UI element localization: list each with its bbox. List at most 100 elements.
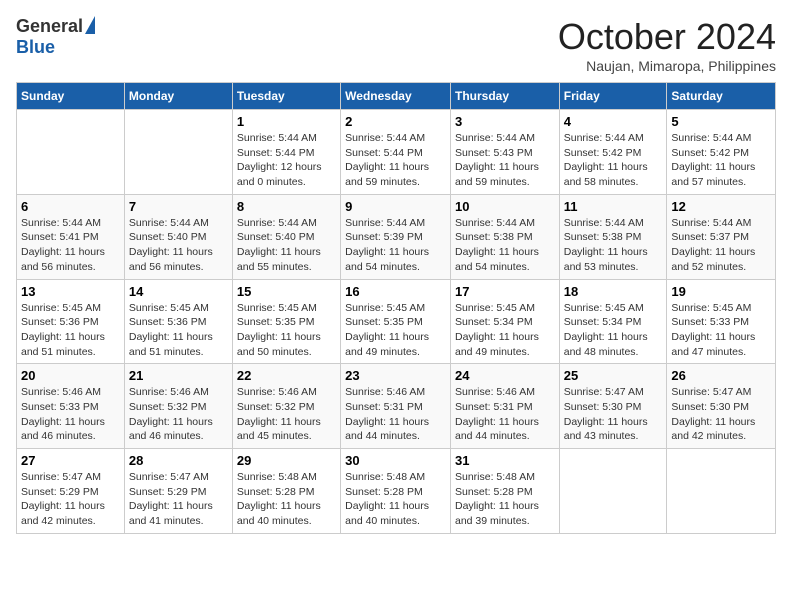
- calendar-cell: [559, 449, 667, 534]
- day-number: 31: [455, 453, 555, 468]
- day-info: Sunrise: 5:46 AM Sunset: 5:31 PM Dayligh…: [455, 385, 555, 444]
- column-header-friday: Friday: [559, 83, 667, 110]
- title-block: October 2024 Naujan, Mimaropa, Philippin…: [558, 16, 776, 74]
- day-number: 22: [237, 368, 336, 383]
- day-number: 18: [564, 284, 663, 299]
- day-number: 9: [345, 199, 446, 214]
- header-row: SundayMondayTuesdayWednesdayThursdayFrid…: [17, 83, 776, 110]
- day-info: Sunrise: 5:47 AM Sunset: 5:29 PM Dayligh…: [129, 470, 228, 529]
- day-info: Sunrise: 5:48 AM Sunset: 5:28 PM Dayligh…: [345, 470, 446, 529]
- day-number: 27: [21, 453, 120, 468]
- calendar-cell: 19Sunrise: 5:45 AM Sunset: 5:33 PM Dayli…: [667, 279, 776, 364]
- day-info: Sunrise: 5:45 AM Sunset: 5:35 PM Dayligh…: [345, 301, 446, 360]
- calendar-cell: 20 Sunrise: 5:46 AM Sunset: 5:33 PM Dayli…: [17, 364, 125, 449]
- calendar-cell: 12 Sunrise: 5:44 AM Sunset: 5:37 PM Dayli…: [667, 194, 776, 279]
- day-number: 7: [129, 199, 228, 214]
- location-subtitle: Naujan, Mimaropa, Philippines: [558, 58, 776, 74]
- calendar-cell: 6Sunrise: 5:44 AM Sunset: 5:41 PM Daylig…: [17, 194, 125, 279]
- column-header-saturday: Saturday: [667, 83, 776, 110]
- calendar-cell: 28 Sunrise: 5:47 AM Sunset: 5:29 PM Dayli…: [124, 449, 232, 534]
- day-info: Sunrise: 5:48 AM Sunset: 5:28 PM Dayligh…: [237, 470, 336, 529]
- day-info: Sunrise: 5:44 AM Sunset: 5:37 PM Dayligh…: [671, 216, 771, 275]
- calendar-cell: 4 Sunrise: 5:44 AM Sunset: 5:42 PM Daylig…: [559, 110, 667, 195]
- calendar-cell: [124, 110, 232, 195]
- calendar-cell: 15 Sunrise: 5:45 AM Sunset: 5:35 PM Dayli…: [232, 279, 340, 364]
- day-number: 19: [671, 284, 771, 299]
- day-info: Sunrise: 5:44 AM Sunset: 5:42 PM Dayligh…: [564, 131, 663, 190]
- day-number: 28: [129, 453, 228, 468]
- day-number: 5: [671, 114, 771, 129]
- day-info: Sunrise: 5:44 AM Sunset: 5:43 PM Dayligh…: [455, 131, 555, 190]
- day-info: Sunrise: 5:46 AM Sunset: 5:31 PM Dayligh…: [345, 385, 446, 444]
- page-header: General Blue October 2024 Naujan, Mimaro…: [16, 16, 776, 74]
- day-number: 13: [21, 284, 120, 299]
- day-info: Sunrise: 5:44 AM Sunset: 5:44 PM Dayligh…: [237, 131, 336, 190]
- calendar-cell: [17, 110, 125, 195]
- calendar-cell: 11Sunrise: 5:44 AM Sunset: 5:38 PM Dayli…: [559, 194, 667, 279]
- day-number: 1: [237, 114, 336, 129]
- calendar-cell: 7Sunrise: 5:44 AM Sunset: 5:40 PM Daylig…: [124, 194, 232, 279]
- day-info: Sunrise: 5:47 AM Sunset: 5:30 PM Dayligh…: [671, 385, 771, 444]
- calendar-cell: 14 Sunrise: 5:45 AM Sunset: 5:36 PM Dayli…: [124, 279, 232, 364]
- day-info: Sunrise: 5:47 AM Sunset: 5:29 PM Dayligh…: [21, 470, 120, 529]
- day-info: Sunrise: 5:46 AM Sunset: 5:33 PM Dayligh…: [21, 385, 120, 444]
- day-number: 10: [455, 199, 555, 214]
- calendar-cell: 23 Sunrise: 5:46 AM Sunset: 5:31 PM Dayli…: [341, 364, 451, 449]
- column-header-sunday: Sunday: [17, 83, 125, 110]
- day-info: Sunrise: 5:46 AM Sunset: 5:32 PM Dayligh…: [129, 385, 228, 444]
- week-row-1: 1 Sunrise: 5:44 AM Sunset: 5:44 PM Daylig…: [17, 110, 776, 195]
- calendar-cell: 9Sunrise: 5:44 AM Sunset: 5:39 PM Daylig…: [341, 194, 451, 279]
- logo: General Blue: [16, 16, 95, 58]
- calendar-cell: 21Sunrise: 5:46 AM Sunset: 5:32 PM Dayli…: [124, 364, 232, 449]
- day-info: Sunrise: 5:45 AM Sunset: 5:34 PM Dayligh…: [455, 301, 555, 360]
- calendar-cell: 30 Sunrise: 5:48 AM Sunset: 5:28 PM Dayli…: [341, 449, 451, 534]
- calendar-cell: 29Sunrise: 5:48 AM Sunset: 5:28 PM Dayli…: [232, 449, 340, 534]
- day-number: 16: [345, 284, 446, 299]
- calendar-cell: 13 Sunrise: 5:45 AM Sunset: 5:36 PM Dayli…: [17, 279, 125, 364]
- day-info: Sunrise: 5:44 AM Sunset: 5:42 PM Dayligh…: [671, 131, 771, 190]
- column-header-wednesday: Wednesday: [341, 83, 451, 110]
- calendar-cell: 17 Sunrise: 5:45 AM Sunset: 5:34 PM Dayli…: [450, 279, 559, 364]
- calendar-cell: 26Sunrise: 5:47 AM Sunset: 5:30 PM Dayli…: [667, 364, 776, 449]
- calendar-cell: 27 Sunrise: 5:47 AM Sunset: 5:29 PM Dayli…: [17, 449, 125, 534]
- day-info: Sunrise: 5:44 AM Sunset: 5:38 PM Dayligh…: [455, 216, 555, 275]
- day-number: 3: [455, 114, 555, 129]
- week-row-3: 13 Sunrise: 5:45 AM Sunset: 5:36 PM Dayli…: [17, 279, 776, 364]
- day-info: Sunrise: 5:44 AM Sunset: 5:41 PM Dayligh…: [21, 216, 120, 275]
- day-number: 4: [564, 114, 663, 129]
- day-info: Sunrise: 5:44 AM Sunset: 5:40 PM Dayligh…: [237, 216, 336, 275]
- day-number: 20: [21, 368, 120, 383]
- calendar-cell: 31 Sunrise: 5:48 AM Sunset: 5:28 PM Dayli…: [450, 449, 559, 534]
- logo-blue-text: Blue: [16, 37, 55, 58]
- logo-triangle-icon: [85, 16, 95, 34]
- day-number: 14: [129, 284, 228, 299]
- day-number: 2: [345, 114, 446, 129]
- day-number: 23: [345, 368, 446, 383]
- day-info: Sunrise: 5:45 AM Sunset: 5:36 PM Dayligh…: [129, 301, 228, 360]
- calendar-cell: 18Sunrise: 5:45 AM Sunset: 5:34 PM Dayli…: [559, 279, 667, 364]
- day-info: Sunrise: 5:45 AM Sunset: 5:35 PM Dayligh…: [237, 301, 336, 360]
- column-header-monday: Monday: [124, 83, 232, 110]
- day-number: 15: [237, 284, 336, 299]
- day-number: 12: [671, 199, 771, 214]
- day-number: 8: [237, 199, 336, 214]
- day-number: 17: [455, 284, 555, 299]
- day-info: Sunrise: 5:44 AM Sunset: 5:38 PM Dayligh…: [564, 216, 663, 275]
- calendar-cell: 22Sunrise: 5:46 AM Sunset: 5:32 PM Dayli…: [232, 364, 340, 449]
- calendar-cell: 8 Sunrise: 5:44 AM Sunset: 5:40 PM Daylig…: [232, 194, 340, 279]
- day-info: Sunrise: 5:48 AM Sunset: 5:28 PM Dayligh…: [455, 470, 555, 529]
- week-row-2: 6Sunrise: 5:44 AM Sunset: 5:41 PM Daylig…: [17, 194, 776, 279]
- calendar-cell: 10 Sunrise: 5:44 AM Sunset: 5:38 PM Dayli…: [450, 194, 559, 279]
- calendar-cell: [667, 449, 776, 534]
- calendar-cell: 24 Sunrise: 5:46 AM Sunset: 5:31 PM Dayli…: [450, 364, 559, 449]
- day-number: 30: [345, 453, 446, 468]
- calendar-cell: 5 Sunrise: 5:44 AM Sunset: 5:42 PM Daylig…: [667, 110, 776, 195]
- week-row-4: 20 Sunrise: 5:46 AM Sunset: 5:33 PM Dayli…: [17, 364, 776, 449]
- day-info: Sunrise: 5:45 AM Sunset: 5:36 PM Dayligh…: [21, 301, 120, 360]
- day-number: 24: [455, 368, 555, 383]
- calendar-cell: 25Sunrise: 5:47 AM Sunset: 5:30 PM Dayli…: [559, 364, 667, 449]
- calendar-cell: 1 Sunrise: 5:44 AM Sunset: 5:44 PM Daylig…: [232, 110, 340, 195]
- column-header-thursday: Thursday: [450, 83, 559, 110]
- month-title: October 2024: [558, 16, 776, 58]
- day-number: 25: [564, 368, 663, 383]
